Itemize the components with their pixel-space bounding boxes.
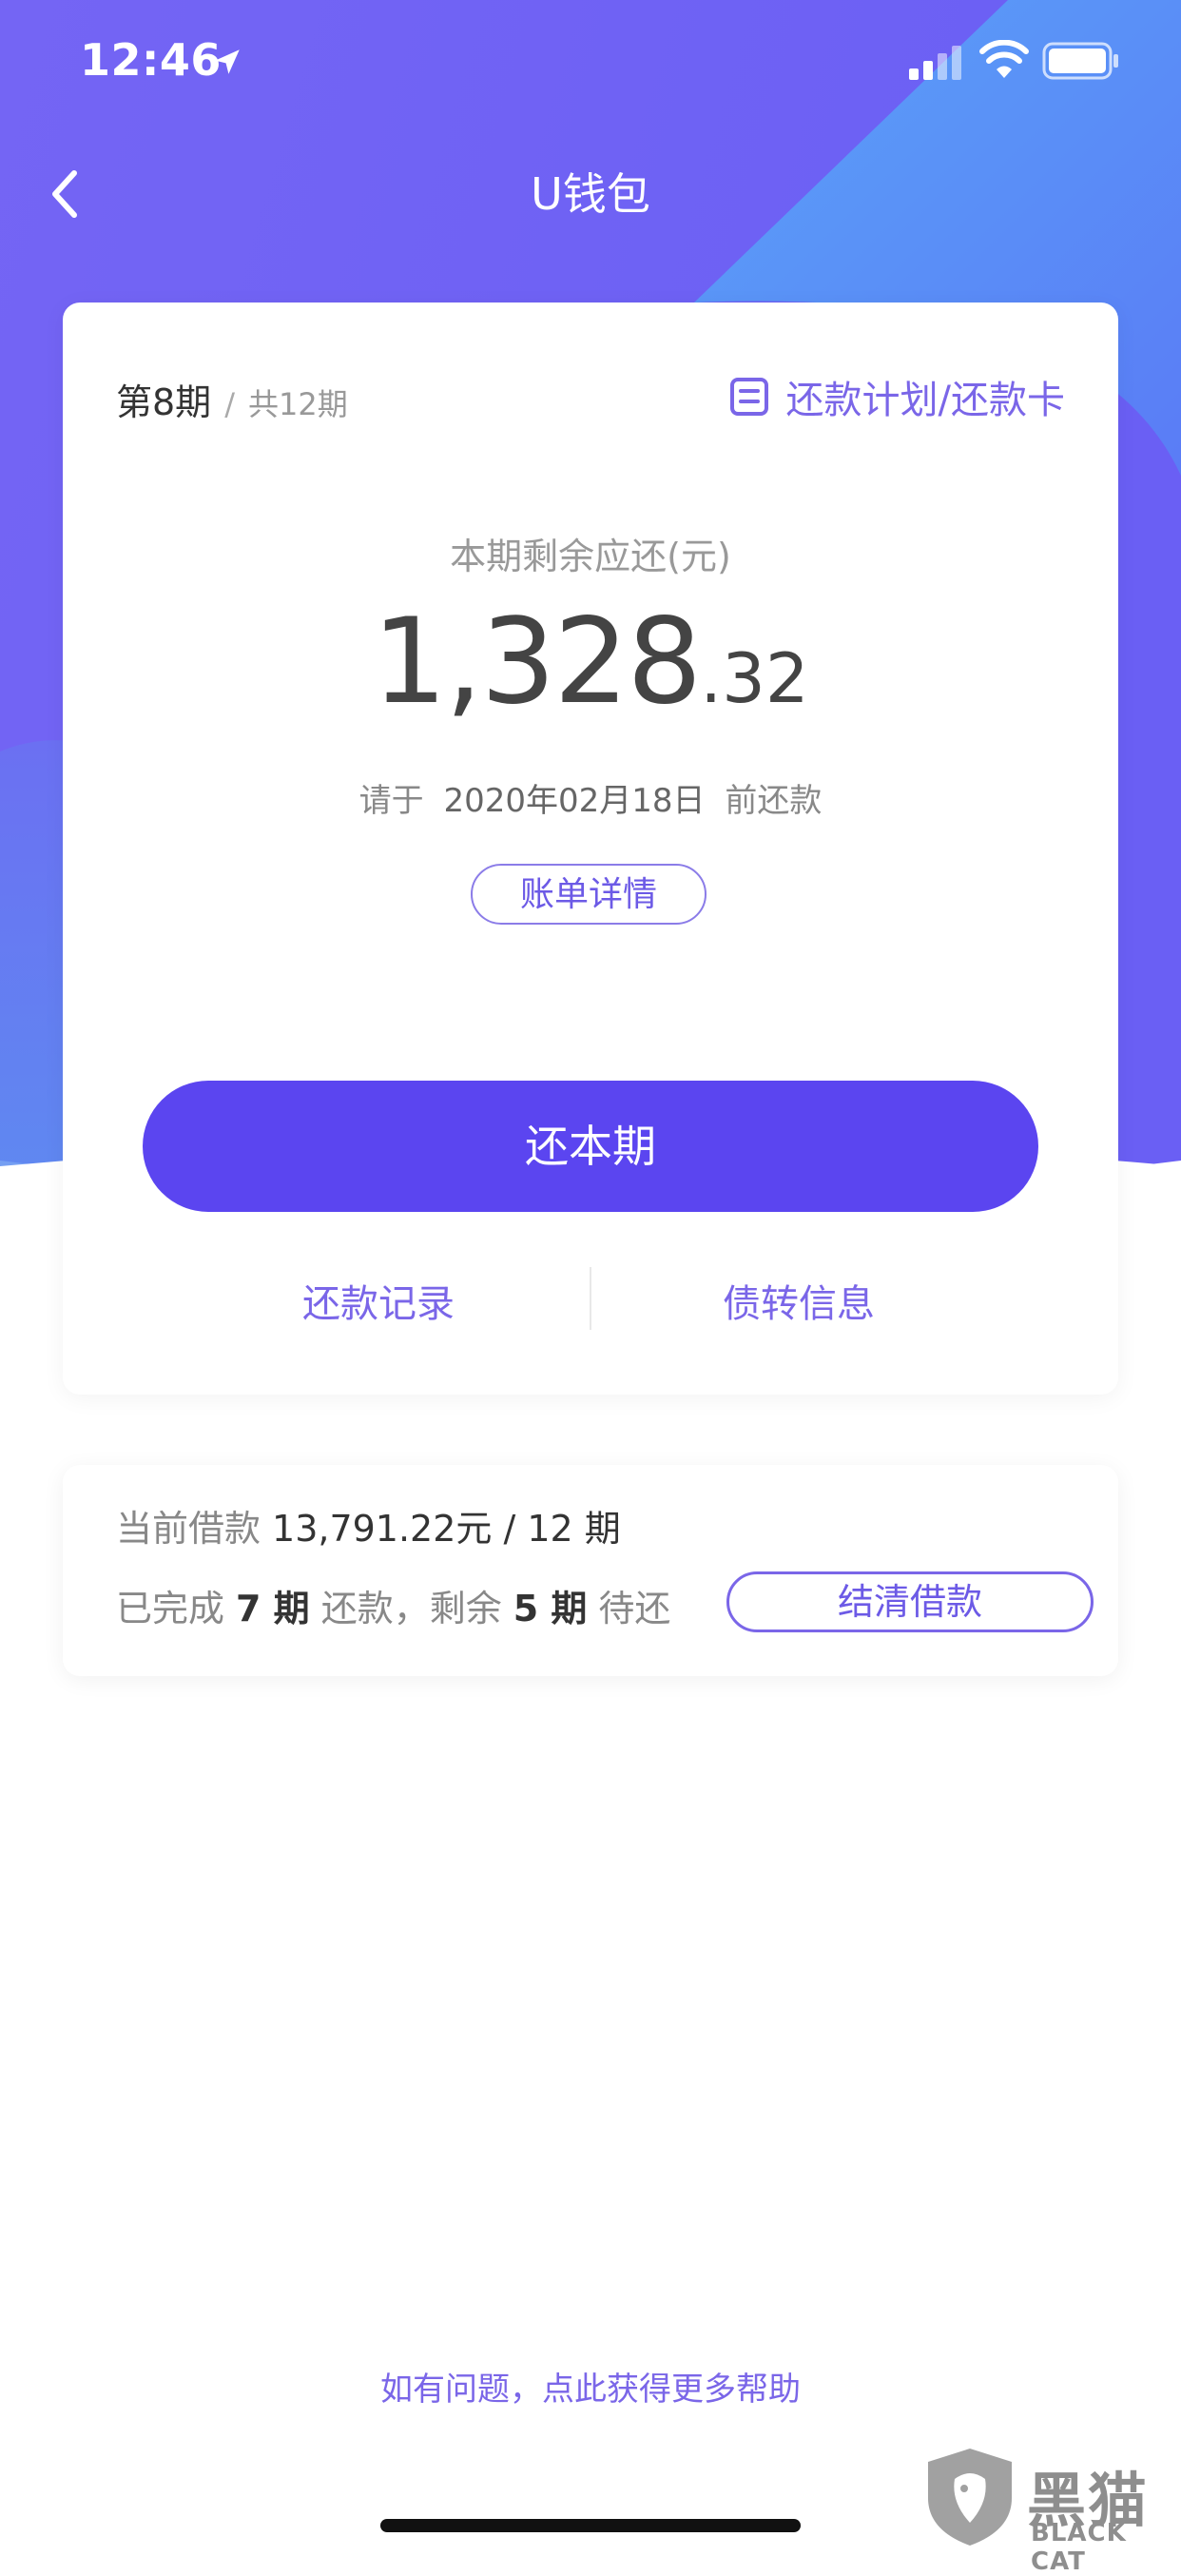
help-link[interactable]: 如有问题，点此获得更多帮助 [0,2363,1181,2410]
divider [590,1267,591,1330]
cat-shield-icon [928,2449,1012,2546]
amount-integer: 1,328 [372,594,702,731]
watermark-subtitle: BLACK CAT [1031,2519,1127,2576]
amount-decimal: .32 [700,638,809,718]
period-indicator: 第8期 / 共12期 [116,373,348,425]
completed-mid: 还款，剩余 [320,1588,502,1630]
due-suffix: 前还款 [725,782,823,820]
period-current: 第8期 [116,381,212,423]
period-total: 共12期 [247,386,348,422]
status-time: 12:46 [80,34,222,86]
loan-summary-card: 当前借款 13,791.22元 / 12 期 已完成 7 期还款，剩余 5 期待还 结… [63,1465,1118,1676]
remaining-due-label: 本期剩余应还(元) [450,536,731,577]
current-loan-line: 当前借款 13,791.22元 / 12 期 [116,1499,621,1551]
settle-loan-button[interactable]: 结清借款 [726,1571,1094,1632]
due-date: 2020年02月18日 [443,782,706,820]
current-loan-value: 13,791.22元 / 12 期 [272,1508,621,1550]
period-separator: / [224,386,235,422]
bill-detail-button[interactable]: 账单详情 [471,864,707,925]
repay-current-period-button[interactable]: 还本期 [143,1081,1038,1212]
due-prefix: 请于 [358,782,424,820]
status-bar: 12:46 [0,0,1181,126]
navigation-bar: U钱包 [0,143,1181,238]
repayment-plan-label: 还款计划/还款卡 [785,379,1065,422]
battery-icon [1042,42,1118,80]
repayment-card: 第8期 / 共12期 还款计划/还款卡 本期剩余应还(元) 1,328.32 请于 … [63,302,1118,1395]
repayment-plan-link[interactable]: 还款计划/还款卡 [729,369,1065,424]
due-date-line: 请于 2020年02月18日 前还款 [63,774,1118,821]
black-cat-watermark: 黑猫 BLACK CAT [922,2445,1171,2576]
repayment-record-link[interactable]: 还款记录 [302,1273,455,1328]
repayment-progress-line: 已完成 7 期还款，剩余 5 期待还 [116,1579,670,1631]
remaining-count: 5 期 [513,1588,588,1630]
location-arrow-icon [215,49,240,74]
debt-transfer-info-link[interactable]: 债转信息 [723,1273,875,1328]
page-title: U钱包 [531,168,650,220]
card-footer-links: 还款记录 债转信息 [63,1263,1118,1339]
home-indicator [380,2519,801,2532]
remaining-suffix: 待还 [598,1588,671,1630]
document-icon [729,378,768,416]
remaining-amount: 1,328.32 [63,603,1118,721]
wifi-icon [979,40,1029,78]
signal-icon [909,46,961,80]
completed-prefix: 已完成 [116,1588,225,1630]
completed-count: 7 期 [236,1588,310,1630]
current-loan-label: 当前借款 [116,1508,261,1550]
